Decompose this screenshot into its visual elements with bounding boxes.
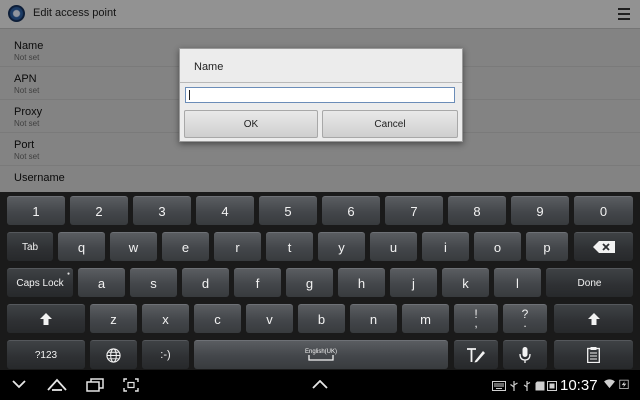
key-question-period[interactable]: ?. [503, 304, 547, 333]
key-d[interactable]: d [182, 268, 229, 297]
key-z[interactable]: z [90, 304, 137, 333]
key-0[interactable]: 0 [574, 196, 633, 225]
clipboard-icon [587, 347, 600, 363]
key-3[interactable]: 3 [133, 196, 191, 225]
key-m[interactable]: m [402, 304, 449, 333]
key-f[interactable]: f [234, 268, 281, 297]
voice-input-key[interactable] [503, 340, 547, 369]
key-1[interactable]: 1 [7, 196, 65, 225]
key-k[interactable]: k [442, 268, 489, 297]
key-i[interactable]: i [422, 232, 469, 261]
screenshot-notification-icon [547, 381, 557, 391]
text-caret [189, 90, 190, 100]
symbols-key[interactable]: ?123 [7, 340, 85, 369]
usb-icon [510, 381, 518, 391]
ok-button[interactable]: OK [184, 110, 318, 138]
key-6[interactable]: 6 [322, 196, 380, 225]
dialog-title: Name [194, 61, 224, 73]
dialog-divider [180, 82, 462, 83]
key-7[interactable]: 7 [385, 196, 443, 225]
key-bottom-char: . [523, 316, 527, 330]
key-s[interactable]: s [130, 268, 177, 297]
key-j[interactable]: j [390, 268, 437, 297]
screenshot-capture-icon[interactable] [123, 378, 139, 392]
shift-key-left[interactable] [7, 304, 85, 333]
battery-charging-icon [619, 379, 629, 389]
sd-card-icon [535, 381, 545, 391]
key-y[interactable]: y [318, 232, 365, 261]
key-x[interactable]: x [142, 304, 189, 333]
done-key[interactable]: Done [546, 268, 633, 297]
wifi-icon [604, 379, 615, 389]
key-c[interactable]: c [194, 304, 241, 333]
status-clock: 10:37 [560, 377, 598, 394]
emoticon-key[interactable]: :-) [142, 340, 189, 369]
microphone-icon [519, 346, 531, 363]
hide-keyboard-chevron-icon[interactable] [12, 380, 26, 389]
backspace-key[interactable] [574, 232, 633, 261]
key-4[interactable]: 4 [196, 196, 254, 225]
key-q[interactable]: q [58, 232, 105, 261]
shift-key-right[interactable] [554, 304, 633, 333]
clipboard-key[interactable] [554, 340, 633, 369]
key-l[interactable]: l [494, 268, 541, 297]
key-p[interactable]: p [526, 232, 568, 261]
onscreen-keyboard: 1 2 3 4 5 6 7 8 9 0 Tab q w e r t y u i … [0, 192, 640, 370]
key-b[interactable]: b [298, 304, 345, 333]
caps-lock-key[interactable]: Caps Lock ● [7, 268, 73, 297]
name-dialog: Name OK Cancel [179, 48, 463, 142]
shift-arrow-icon [40, 313, 52, 325]
key-e[interactable]: e [162, 232, 209, 261]
quick-panel-chevron-up-icon[interactable] [312, 380, 328, 389]
tab-key[interactable]: Tab [7, 232, 53, 261]
key-n[interactable]: n [350, 304, 397, 333]
key-t[interactable]: t [266, 232, 313, 261]
key-o[interactable]: o [474, 232, 521, 261]
keyboard-notification-icon [492, 381, 506, 391]
home-icon[interactable] [47, 378, 67, 391]
key-2[interactable]: 2 [70, 196, 128, 225]
usb-debugging-icon [523, 381, 531, 391]
backspace-icon [592, 241, 615, 253]
handwriting-key[interactable] [454, 340, 498, 369]
key-w[interactable]: w [110, 232, 157, 261]
key-8[interactable]: 8 [448, 196, 506, 225]
key-r[interactable]: r [214, 232, 261, 261]
system-navigation-bar: 10:37 [0, 370, 640, 400]
cancel-button[interactable]: Cancel [322, 110, 458, 138]
key-9[interactable]: 9 [511, 196, 569, 225]
key-v[interactable]: v [246, 304, 293, 333]
key-h[interactable]: h [338, 268, 385, 297]
shift-arrow-icon [587, 313, 600, 325]
space-bar-icon [308, 355, 334, 361]
recent-apps-icon[interactable] [86, 378, 104, 392]
language-key[interactable] [90, 340, 137, 369]
key-5[interactable]: 5 [259, 196, 317, 225]
caps-lock-indicator-icon: ● [66, 271, 70, 277]
caps-lock-label: Caps Lock [16, 277, 64, 289]
space-key[interactable]: English(UK) [194, 340, 448, 369]
globe-icon [106, 347, 121, 363]
handwriting-pen-icon [467, 348, 485, 363]
key-u[interactable]: u [370, 232, 417, 261]
key-bottom-char: , [474, 316, 478, 330]
key-exclaim-comma[interactable]: !, [454, 304, 498, 333]
key-a[interactable]: a [78, 268, 125, 297]
name-input[interactable] [185, 87, 455, 103]
key-g[interactable]: g [286, 268, 333, 297]
